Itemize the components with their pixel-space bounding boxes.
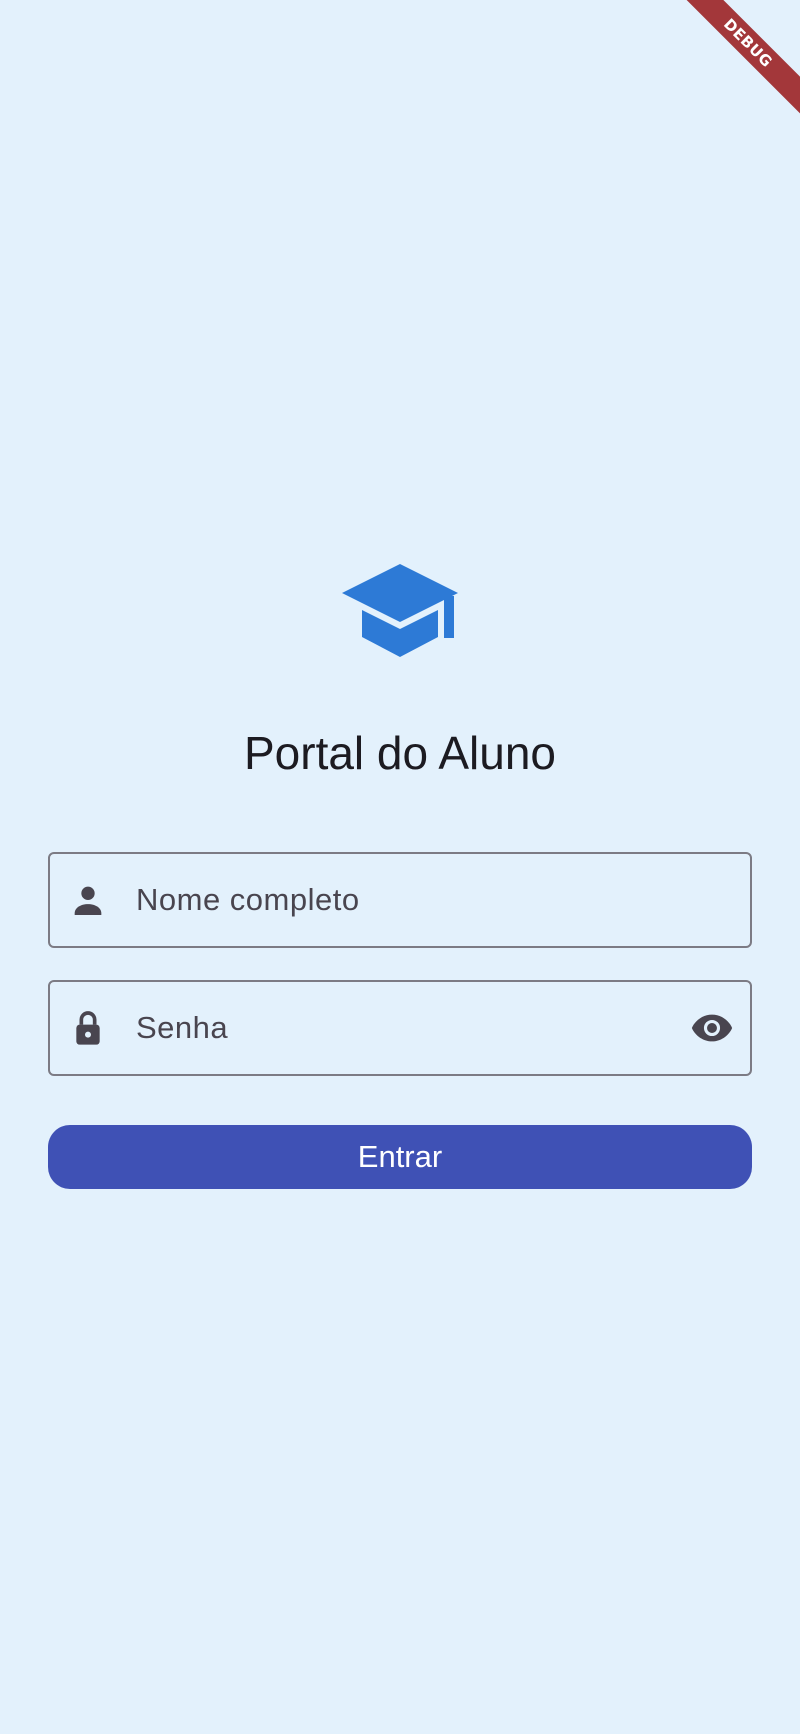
name-field[interactable] bbox=[48, 852, 752, 948]
page-title: Portal do Aluno bbox=[243, 727, 556, 779]
eye-icon[interactable] bbox=[688, 1004, 736, 1052]
debug-banner-label: DEBUG bbox=[668, 0, 800, 123]
password-field[interactable] bbox=[48, 980, 752, 1076]
password-input[interactable] bbox=[136, 982, 670, 1074]
login-button[interactable]: Entrar bbox=[48, 1125, 752, 1189]
graduation-cap-icon bbox=[340, 560, 460, 660]
person-icon bbox=[68, 880, 108, 920]
lock-icon bbox=[68, 1008, 108, 1048]
debug-banner: DEBUG bbox=[660, 0, 800, 140]
name-input[interactable] bbox=[136, 854, 670, 946]
